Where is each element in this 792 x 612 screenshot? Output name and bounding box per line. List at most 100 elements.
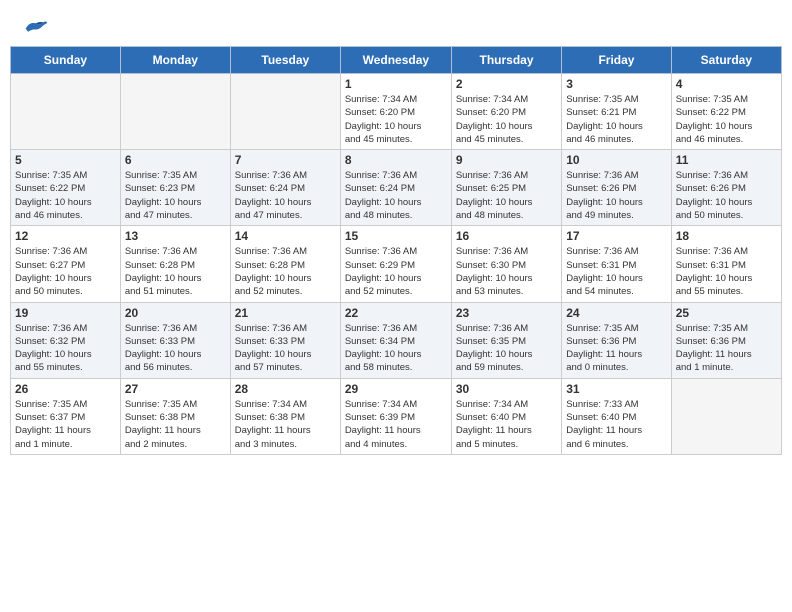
day-number: 19 — [15, 306, 116, 320]
day-info: Sunrise: 7:35 AM Sunset: 6:22 PM Dayligh… — [15, 169, 116, 222]
calendar-cell: 6 Sunrise: 7:35 AM Sunset: 6:23 PM Daylig… — [120, 150, 230, 226]
day-info: Sunrise: 7:36 AM Sunset: 6:30 PM Dayligh… — [456, 245, 557, 298]
day-number: 25 — [676, 306, 777, 320]
day-header-monday: Monday — [120, 47, 230, 74]
calendar-cell: 29 Sunrise: 7:34 AM Sunset: 6:39 PM Dayli… — [340, 378, 451, 454]
calendar-cell: 30 Sunrise: 7:34 AM Sunset: 6:40 PM Dayli… — [451, 378, 561, 454]
day-number: 11 — [676, 153, 777, 167]
day-info: Sunrise: 7:35 AM Sunset: 6:36 PM Dayligh… — [676, 322, 777, 375]
calendar-cell: 11 Sunrise: 7:36 AM Sunset: 6:26 PM Dayli… — [671, 150, 781, 226]
calendar-cell: 9 Sunrise: 7:36 AM Sunset: 6:25 PM Daylig… — [451, 150, 561, 226]
calendar-cell — [671, 378, 781, 454]
calendar-cell: 15 Sunrise: 7:36 AM Sunset: 6:29 PM Dayli… — [340, 226, 451, 302]
day-info: Sunrise: 7:34 AM Sunset: 6:40 PM Dayligh… — [456, 398, 557, 451]
day-number: 28 — [235, 382, 336, 396]
day-info: Sunrise: 7:36 AM Sunset: 6:27 PM Dayligh… — [15, 245, 116, 298]
calendar-week-row: 12 Sunrise: 7:36 AM Sunset: 6:27 PM Dayli… — [11, 226, 782, 302]
day-info: Sunrise: 7:34 AM Sunset: 6:39 PM Dayligh… — [345, 398, 447, 451]
calendar-cell: 20 Sunrise: 7:36 AM Sunset: 6:33 PM Dayli… — [120, 302, 230, 378]
day-info: Sunrise: 7:36 AM Sunset: 6:24 PM Dayligh… — [235, 169, 336, 222]
day-number: 31 — [566, 382, 666, 396]
calendar-cell: 24 Sunrise: 7:35 AM Sunset: 6:36 PM Dayli… — [562, 302, 671, 378]
calendar-cell: 21Sunrise: 7:36 AM Sunset: 6:33 PM Dayli… — [230, 302, 340, 378]
day-number: 20 — [125, 306, 226, 320]
day-info: Sunrise: 7:35 AM Sunset: 6:38 PM Dayligh… — [125, 398, 226, 451]
day-info: Sunrise: 7:35 AM Sunset: 6:37 PM Dayligh… — [15, 398, 116, 451]
day-info: Sunrise: 7:36 AM Sunset: 6:33 PM Dayligh… — [125, 322, 226, 375]
day-info: Sunrise: 7:35 AM Sunset: 6:22 PM Dayligh… — [676, 93, 777, 146]
day-number: 15 — [345, 229, 447, 243]
day-info: Sunrise: 7:33 AM Sunset: 6:40 PM Dayligh… — [566, 398, 666, 451]
day-number: 5 — [15, 153, 116, 167]
day-info: Sunrise: 7:36 AM Sunset: 6:32 PM Dayligh… — [15, 322, 116, 375]
header — [10, 10, 782, 40]
calendar-cell: 27Sunrise: 7:35 AM Sunset: 6:38 PM Dayli… — [120, 378, 230, 454]
day-header-thursday: Thursday — [451, 47, 561, 74]
calendar-cell: 3 Sunrise: 7:35 AM Sunset: 6:21 PM Daylig… — [562, 74, 671, 150]
calendar-cell: 16 Sunrise: 7:36 AM Sunset: 6:30 PM Dayli… — [451, 226, 561, 302]
calendar-header-row: SundayMondayTuesdayWednesdayThursdayFrid… — [11, 47, 782, 74]
day-info: Sunrise: 7:35 AM Sunset: 6:21 PM Dayligh… — [566, 93, 666, 146]
day-info: Sunrise: 7:36 AM Sunset: 6:25 PM Dayligh… — [456, 169, 557, 222]
calendar-cell: 12 Sunrise: 7:36 AM Sunset: 6:27 PM Dayli… — [11, 226, 121, 302]
calendar-cell: 1Sunrise: 7:34 AM Sunset: 6:20 PM Daylig… — [340, 74, 451, 150]
calendar-cell: 18 Sunrise: 7:36 AM Sunset: 6:31 PM Dayli… — [671, 226, 781, 302]
day-number: 12 — [15, 229, 116, 243]
calendar-cell — [120, 74, 230, 150]
logo-bird-icon — [24, 18, 48, 36]
calendar-cell: 2 Sunrise: 7:34 AM Sunset: 6:20 PM Daylig… — [451, 74, 561, 150]
calendar-cell: 17 Sunrise: 7:36 AM Sunset: 6:31 PM Dayli… — [562, 226, 671, 302]
day-number: 18 — [676, 229, 777, 243]
logo — [20, 18, 48, 36]
day-info: Sunrise: 7:36 AM Sunset: 6:28 PM Dayligh… — [235, 245, 336, 298]
day-number: 9 — [456, 153, 557, 167]
day-number: 10 — [566, 153, 666, 167]
calendar-cell: 14Sunrise: 7:36 AM Sunset: 6:28 PM Dayli… — [230, 226, 340, 302]
calendar-table: SundayMondayTuesdayWednesdayThursdayFrid… — [10, 46, 782, 455]
day-number: 17 — [566, 229, 666, 243]
day-number: 29 — [345, 382, 447, 396]
day-number: 24 — [566, 306, 666, 320]
day-number: 8 — [345, 153, 447, 167]
calendar-cell: 10 Sunrise: 7:36 AM Sunset: 6:26 PM Dayli… — [562, 150, 671, 226]
day-number: 7 — [235, 153, 336, 167]
calendar-week-row: 5 Sunrise: 7:35 AM Sunset: 6:22 PM Daylig… — [11, 150, 782, 226]
calendar-cell: 8 Sunrise: 7:36 AM Sunset: 6:24 PM Daylig… — [340, 150, 451, 226]
calendar-cell — [11, 74, 121, 150]
day-number: 23 — [456, 306, 557, 320]
calendar-cell — [230, 74, 340, 150]
day-info: Sunrise: 7:36 AM Sunset: 6:26 PM Dayligh… — [676, 169, 777, 222]
calendar-cell: 7 Sunrise: 7:36 AM Sunset: 6:24 PM Daylig… — [230, 150, 340, 226]
day-header-wednesday: Wednesday — [340, 47, 451, 74]
day-number: 1 — [345, 77, 447, 91]
day-number: 3 — [566, 77, 666, 91]
calendar-cell: 31 Sunrise: 7:33 AM Sunset: 6:40 PM Dayli… — [562, 378, 671, 454]
day-header-saturday: Saturday — [671, 47, 781, 74]
page-container: SundayMondayTuesdayWednesdayThursdayFrid… — [10, 10, 782, 455]
day-info: Sunrise: 7:34 AM Sunset: 6:20 PM Dayligh… — [456, 93, 557, 146]
day-info: Sunrise: 7:34 AM Sunset: 6:38 PM Dayligh… — [235, 398, 336, 451]
day-info: Sunrise: 7:36 AM Sunset: 6:31 PM Dayligh… — [566, 245, 666, 298]
calendar-cell: 25 Sunrise: 7:35 AM Sunset: 6:36 PM Dayli… — [671, 302, 781, 378]
calendar-week-row: 19 Sunrise: 7:36 AM Sunset: 6:32 PM Dayli… — [11, 302, 782, 378]
day-info: Sunrise: 7:35 AM Sunset: 6:36 PM Dayligh… — [566, 322, 666, 375]
day-info: Sunrise: 7:36 AM Sunset: 6:31 PM Dayligh… — [676, 245, 777, 298]
day-number: 22 — [345, 306, 447, 320]
calendar-cell: 5 Sunrise: 7:35 AM Sunset: 6:22 PM Daylig… — [11, 150, 121, 226]
calendar-cell: 23 Sunrise: 7:36 AM Sunset: 6:35 PM Dayli… — [451, 302, 561, 378]
day-info: Sunrise: 7:36 AM Sunset: 6:26 PM Dayligh… — [566, 169, 666, 222]
day-number: 2 — [456, 77, 557, 91]
day-number: 30 — [456, 382, 557, 396]
day-info: Sunrise: 7:36 AM Sunset: 6:24 PM Dayligh… — [345, 169, 447, 222]
day-number: 13 — [125, 229, 226, 243]
day-info: Sunrise: 7:36 AM Sunset: 6:28 PM Dayligh… — [125, 245, 226, 298]
day-info: Sunrise: 7:35 AM Sunset: 6:23 PM Dayligh… — [125, 169, 226, 222]
calendar-week-row: 1 Sunrise: 7:34 AM Sunset: 6:20 PM Daylig… — [11, 74, 782, 150]
day-number: 16 — [456, 229, 557, 243]
day-header-tuesday: Tuesday — [230, 47, 340, 74]
day-info: Sunrise: 7:36 AM Sunset: 6:35 PM Dayligh… — [456, 322, 557, 375]
day-number: 6 — [125, 153, 226, 167]
calendar-week-row: 26Sunrise: 7:35 AM Sunset: 6:37 PM Dayli… — [11, 378, 782, 454]
day-number: 4 — [676, 77, 777, 91]
day-info: Sunrise: 7:36 AM Sunset: 6:29 PM Dayligh… — [345, 245, 447, 298]
